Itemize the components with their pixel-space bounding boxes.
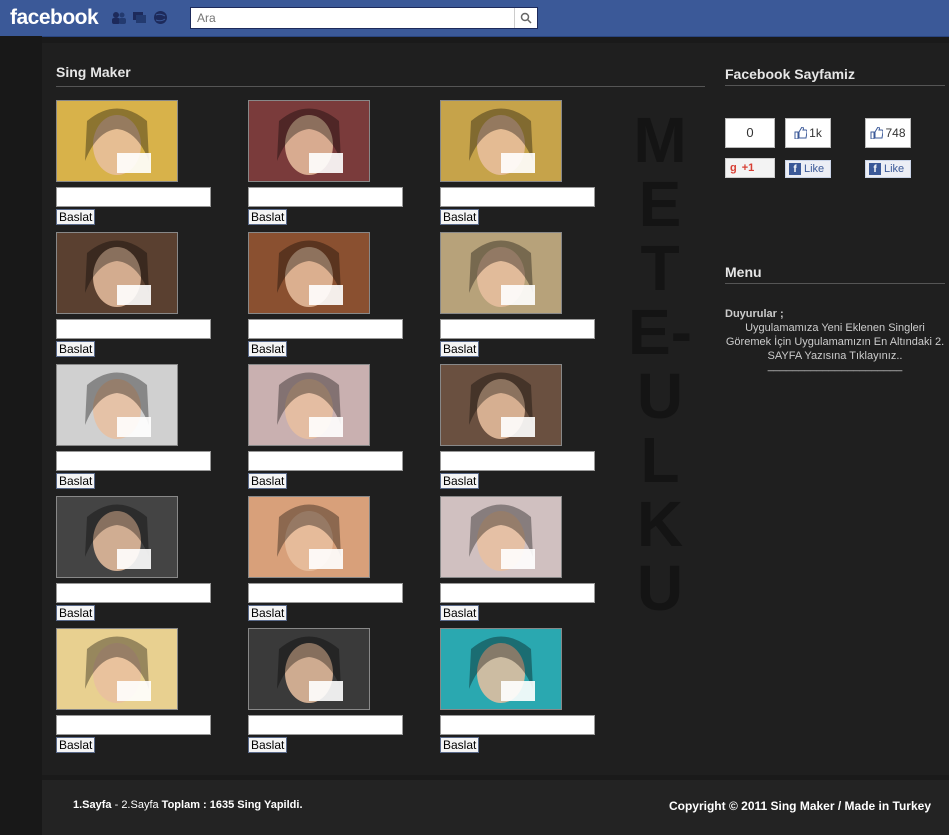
profile-photo[interactable] [248, 100, 370, 182]
search-input[interactable] [191, 8, 525, 28]
like-label-1: Like [804, 163, 825, 175]
like-label-2: Like [884, 163, 905, 175]
like-count-1: 1k [809, 126, 822, 140]
facebook-f-icon: f [869, 163, 881, 175]
profile-photo[interactable] [248, 628, 370, 710]
announce-divider: ______________________ [767, 360, 903, 372]
start-button[interactable]: Baslat [56, 737, 96, 753]
start-button[interactable]: Baslat [248, 605, 288, 621]
profile-photo[interactable] [56, 364, 178, 446]
start-button[interactable]: Baslat [248, 341, 288, 357]
profile-photo[interactable] [440, 364, 562, 446]
like-count-box-1: 1k [785, 118, 831, 148]
like-count-2: 748 [885, 126, 906, 140]
thumbs-up-icon [794, 127, 808, 139]
watermark: METE-ULKU [628, 104, 692, 624]
menu-divider [725, 283, 945, 284]
profile-photo[interactable] [440, 628, 562, 710]
gplus-icon: g [730, 162, 737, 174]
thumbs-up-icon [870, 127, 884, 139]
start-button[interactable]: Baslat [440, 605, 480, 621]
start-button[interactable]: Baslat [56, 341, 96, 357]
like-button-2[interactable]: f Like [865, 160, 911, 178]
gplus-button[interactable]: g +1 [725, 158, 775, 178]
announce-text: Uygulamamıza Yeni Eklenen Singleri Görem… [725, 322, 945, 362]
profile-photo[interactable] [56, 496, 178, 578]
top-navigation-bar: facebook [0, 0, 949, 37]
name-input[interactable] [440, 451, 595, 471]
profile-photo[interactable] [248, 496, 370, 578]
search-icon [520, 12, 532, 24]
total-suffix: Sing Yapildi. [234, 799, 303, 811]
gplus-label: +1 [741, 162, 755, 174]
facebook-logo[interactable]: facebook [10, 6, 99, 30]
start-button[interactable]: Baslat [440, 341, 480, 357]
announcements: Duyurular ; Uygulamamıza Yeni Eklenen Si… [725, 307, 945, 372]
notifications-globe-icon[interactable] [153, 10, 168, 25]
footer-left: 1.Sayfa - 2.Sayfa Toplam : 1635 Sing Yap… [73, 799, 303, 811]
messages-icon[interactable] [132, 10, 147, 25]
announce-title: Duyurular ; [725, 308, 784, 320]
friends-icon[interactable] [111, 10, 126, 25]
title-divider [56, 86, 705, 87]
facebook-f-icon: f [789, 163, 801, 175]
profile-photo[interactable] [56, 628, 178, 710]
page-1-link[interactable]: 1.Sayfa [73, 799, 112, 811]
copyright: Copyright © 2011 Sing Maker / Made in Tu… [668, 799, 931, 813]
profile-photo[interactable] [248, 232, 370, 314]
sidebar-title: Facebook Sayfamiz [725, 66, 855, 82]
search-button[interactable] [514, 8, 537, 28]
profile-photo[interactable] [440, 232, 562, 314]
footer: 1.Sayfa - 2.Sayfa Toplam : 1635 Sing Yap… [42, 780, 949, 835]
start-button[interactable]: Baslat [248, 473, 288, 489]
start-button[interactable]: Baslat [56, 605, 96, 621]
page-title: Sing Maker [56, 64, 131, 80]
name-input[interactable] [248, 319, 403, 339]
profile-photo[interactable] [56, 100, 178, 182]
gplus-count: 0 [725, 118, 775, 148]
footer-sep: - [111, 799, 122, 811]
name-input[interactable] [248, 451, 403, 471]
name-input[interactable] [440, 715, 595, 735]
top-icons [111, 10, 168, 25]
name-input[interactable] [248, 715, 403, 735]
name-input[interactable] [56, 715, 211, 735]
search-box [190, 7, 538, 29]
profile-photo[interactable] [56, 232, 178, 314]
name-input[interactable] [248, 583, 403, 603]
name-input[interactable] [440, 583, 595, 603]
page-2-link[interactable]: 2.Sayfa [121, 799, 158, 811]
total-count: 1635 [209, 799, 235, 811]
left-margin [0, 36, 42, 835]
name-input[interactable] [440, 187, 595, 207]
like-count-box-2: 748 [865, 118, 911, 148]
start-button[interactable]: Baslat [56, 473, 96, 489]
profile-photo[interactable] [440, 496, 562, 578]
sidebar-divider [725, 85, 945, 86]
like-button-1[interactable]: f Like [785, 160, 831, 178]
name-input[interactable] [56, 451, 211, 471]
profile-photo[interactable] [248, 364, 370, 446]
start-button[interactable]: Baslat [248, 737, 288, 753]
total-label: Toplam : [158, 799, 210, 811]
start-button[interactable]: Baslat [56, 209, 96, 225]
menu-title: Menu [725, 264, 762, 280]
name-input[interactable] [248, 187, 403, 207]
start-button[interactable]: Baslat [440, 737, 480, 753]
name-input[interactable] [440, 319, 595, 339]
start-button[interactable]: Baslat [248, 209, 288, 225]
start-button[interactable]: Baslat [440, 209, 480, 225]
start-button[interactable]: Baslat [440, 473, 480, 489]
name-input[interactable] [56, 583, 211, 603]
name-input[interactable] [56, 319, 211, 339]
profile-photo[interactable] [440, 100, 562, 182]
name-input[interactable] [56, 187, 211, 207]
